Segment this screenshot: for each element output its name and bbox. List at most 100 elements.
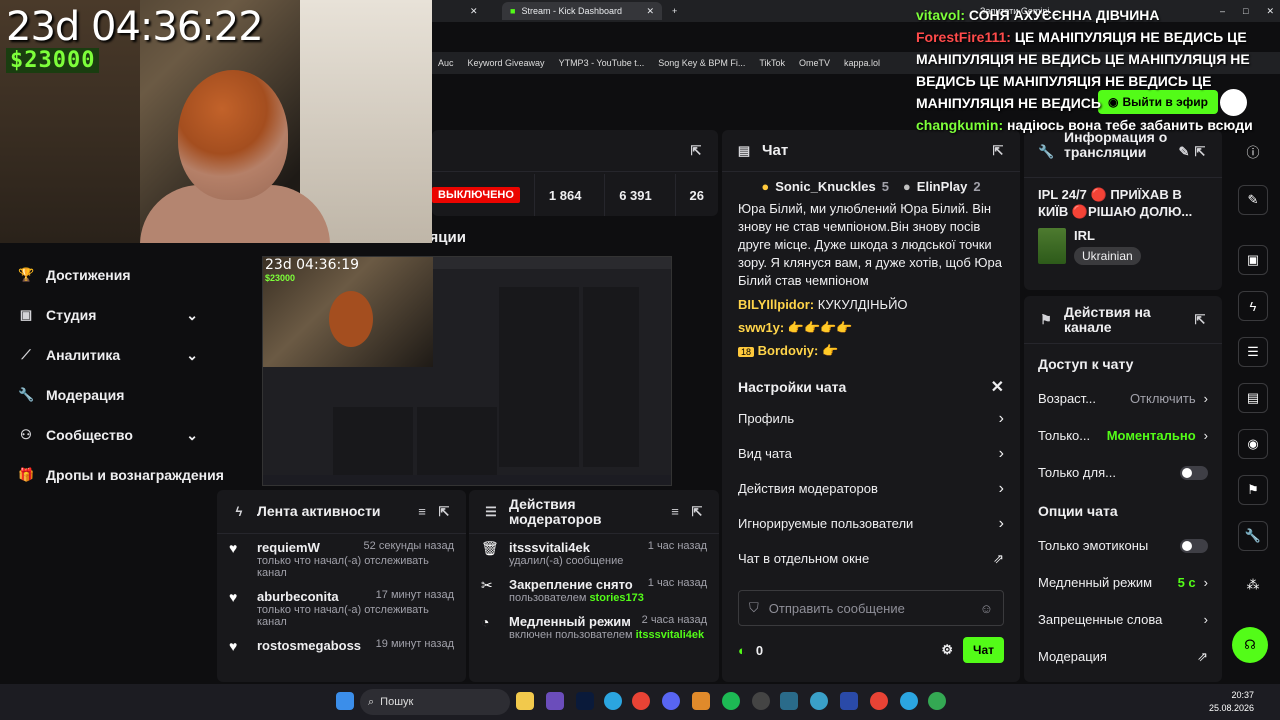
subscribers-only-row[interactable]: Только для... (1024, 454, 1222, 491)
mod-action-name[interactable]: itsssvitali4ek (509, 540, 590, 555)
app-icon[interactable] (810, 692, 828, 710)
chat-username[interactable]: BILYIllpidor: (738, 297, 814, 312)
banned-words-row[interactable]: Запрещенные слова › (1024, 601, 1222, 638)
bookmark[interactable]: YTMP3 - YouTube t... (559, 58, 645, 68)
bookmark[interactable]: TikTok (759, 58, 785, 68)
obs-icon[interactable] (752, 692, 770, 710)
expand-icon[interactable]: ⇱ (990, 143, 1006, 159)
bookmark[interactable]: Keyword Giveaway (468, 58, 545, 68)
chat-username[interactable]: Bordoviy: (758, 343, 819, 358)
chat-username[interactable]: sww1y: (738, 320, 784, 335)
telegram-icon[interactable] (604, 692, 622, 710)
activity-user[interactable]: requiemW (257, 540, 320, 555)
taskbar-search[interactable]: ⌕ Пошук (360, 689, 510, 715)
spotify-icon[interactable] (722, 692, 740, 710)
edit-icon[interactable]: ✎ (1176, 144, 1192, 160)
sidebar-item-community[interactable]: ⚇ Сообщество ⌄ (0, 415, 216, 455)
sidebar-item-studio[interactable]: ▣ Студия ⌄ (0, 295, 216, 335)
expand-icon[interactable]: ⇱ (689, 504, 705, 520)
chat-settings-mod-actions[interactable]: Действия модераторов › (722, 471, 1020, 506)
filter-icon[interactable]: ≡ (414, 504, 430, 519)
stream-preview[interactable]: 23d 04:36:19 $23000 (262, 256, 672, 486)
sidebar-item-analytics[interactable]: ⟋ Аналитика ⌄ (0, 335, 216, 375)
close-icon[interactable]: ✕ (1266, 6, 1274, 17)
app-icon[interactable] (692, 692, 710, 710)
emoji-icon[interactable]: ☺ (980, 601, 993, 616)
app-icon[interactable] (780, 692, 798, 710)
category-name[interactable]: IRL (1074, 228, 1141, 243)
bookmark[interactable]: OmeTV (799, 58, 830, 68)
emotes-only-toggle[interactable] (1180, 538, 1208, 553)
list-icon[interactable]: ☰ (1238, 337, 1268, 367)
close-icon[interactable]: ✕ (991, 377, 1004, 397)
followers-only-row[interactable]: Только... Моментально › (1024, 417, 1222, 454)
wrench-icon[interactable]: 🔧 (1238, 521, 1268, 551)
broadcast-icon[interactable]: ◉ (1238, 429, 1268, 459)
chat-settings-ignored[interactable]: Игнорируемые пользователи › (722, 506, 1020, 541)
browser-tab-kick[interactable]: ■ Stream - Kick Dashboard ✕ (502, 2, 662, 20)
chat-icon[interactable]: ▤ (1238, 383, 1268, 413)
app-icon[interactable] (546, 692, 564, 710)
category-thumbnail[interactable] (1038, 228, 1066, 264)
sidebar-item-achievements[interactable]: 🏆 Достижения (0, 255, 216, 295)
lightning-icon[interactable]: ϟ (1238, 291, 1268, 321)
chat-settings-profile[interactable]: Профиль › (722, 401, 1020, 436)
start-icon[interactable] (336, 692, 354, 710)
video-icon[interactable]: ▣ (1238, 245, 1268, 275)
chat-input[interactable]: ⛉ Отправить сообщение ☺ (738, 590, 1004, 626)
gear-icon[interactable]: ⚙ (941, 642, 953, 658)
mod-action-user[interactable]: itsssvitali4ek (636, 629, 705, 641)
expand-icon[interactable]: ⇱ (1192, 312, 1208, 328)
clock-date: 25.08.2026 (1208, 703, 1254, 713)
chat-settings-view[interactable]: Вид чата › (722, 436, 1020, 471)
stream-info-panel: 🔧 Информация о трансляции ✎ ⇱ IPL 24/7 🔴… (1024, 130, 1222, 290)
mod-actions-title: Действия модераторов (509, 495, 602, 527)
edit-icon[interactable]: ✎ (1238, 185, 1268, 215)
telegram-icon[interactable] (900, 692, 918, 710)
bookmark[interactable]: Song Key & BPM Fi... (658, 58, 745, 68)
photoshop-icon[interactable] (576, 692, 594, 710)
row-value: Моментально (1106, 428, 1196, 443)
emotes-only-row[interactable]: Только эмотиконы (1024, 527, 1222, 564)
chrome-icon[interactable] (928, 692, 946, 710)
close-icon[interactable]: ✕ (646, 6, 654, 17)
folder-icon[interactable] (516, 692, 534, 710)
stat-value: 6 391 (605, 174, 676, 216)
moderation-row[interactable]: Модерация ⇗ (1024, 638, 1222, 675)
subscribers-only-toggle[interactable] (1180, 465, 1208, 480)
discord-icon[interactable] (662, 692, 680, 710)
taskbar-clock[interactable]: 20:37 25.08.2026 (1209, 689, 1254, 715)
actions-icon[interactable]: ⚑ (1238, 475, 1268, 505)
expand-icon[interactable]: ⇱ (1192, 144, 1208, 160)
activity-user[interactable]: aburbeconita (257, 589, 339, 604)
new-tab-button[interactable]: + (664, 2, 685, 20)
send-chat-button[interactable]: Чат (963, 637, 1004, 663)
app-icon[interactable] (840, 692, 858, 710)
chat-settings-popout[interactable]: Чат в отдельном окне ⇗ (722, 541, 1020, 576)
chevron-down-icon: ⌄ (186, 306, 198, 323)
left-sidebar: 🏆 Достижения ▣ Студия ⌄ ⟋ Аналитика ⌄ 🔧 Модера… (0, 243, 224, 684)
chrome-icon[interactable] (870, 692, 888, 710)
age-restriction-row[interactable]: Возраст... Отключить › (1024, 380, 1222, 417)
slow-mode-row[interactable]: Медленный режим 5 с › (1024, 564, 1222, 601)
bookmark[interactable]: kappa.lol (844, 58, 880, 68)
chrome-icon[interactable] (632, 692, 650, 710)
expand-icon[interactable]: ⇱ (436, 504, 452, 520)
mod-action-user[interactable]: stories173 (589, 592, 643, 604)
chevron-right-icon: › (998, 479, 1004, 497)
info-icon[interactable]: ⓘ (1238, 136, 1268, 166)
support-icon[interactable]: ☊ (1232, 627, 1268, 663)
gifter-name[interactable]: Sonic_Knuckles (775, 179, 875, 194)
gifter-name[interactable]: ElinPlay (917, 179, 968, 194)
filter-icon[interactable]: ≡ (667, 504, 683, 519)
close-icon[interactable]: ✕ (470, 6, 478, 17)
activity-user[interactable]: rostosmegaboss (257, 638, 361, 653)
browser-tab-blank[interactable]: ✕ (462, 2, 486, 20)
bookmark[interactable]: Auc (438, 58, 454, 68)
sidebar-item-moderation[interactable]: 🔧 Модерация (0, 375, 216, 415)
points-icon[interactable]: ◐ (738, 643, 746, 658)
sidebar-item-drops[interactable]: 🎁 Дропы и вознаграждения (0, 455, 224, 495)
expand-icon[interactable]: ⇱ (688, 143, 704, 159)
mod-action-item: 🗑 itsssvitali4ek 1 час назад удалил(-а) с… (481, 540, 707, 567)
more-icon[interactable]: ⁂ (1238, 570, 1268, 600)
